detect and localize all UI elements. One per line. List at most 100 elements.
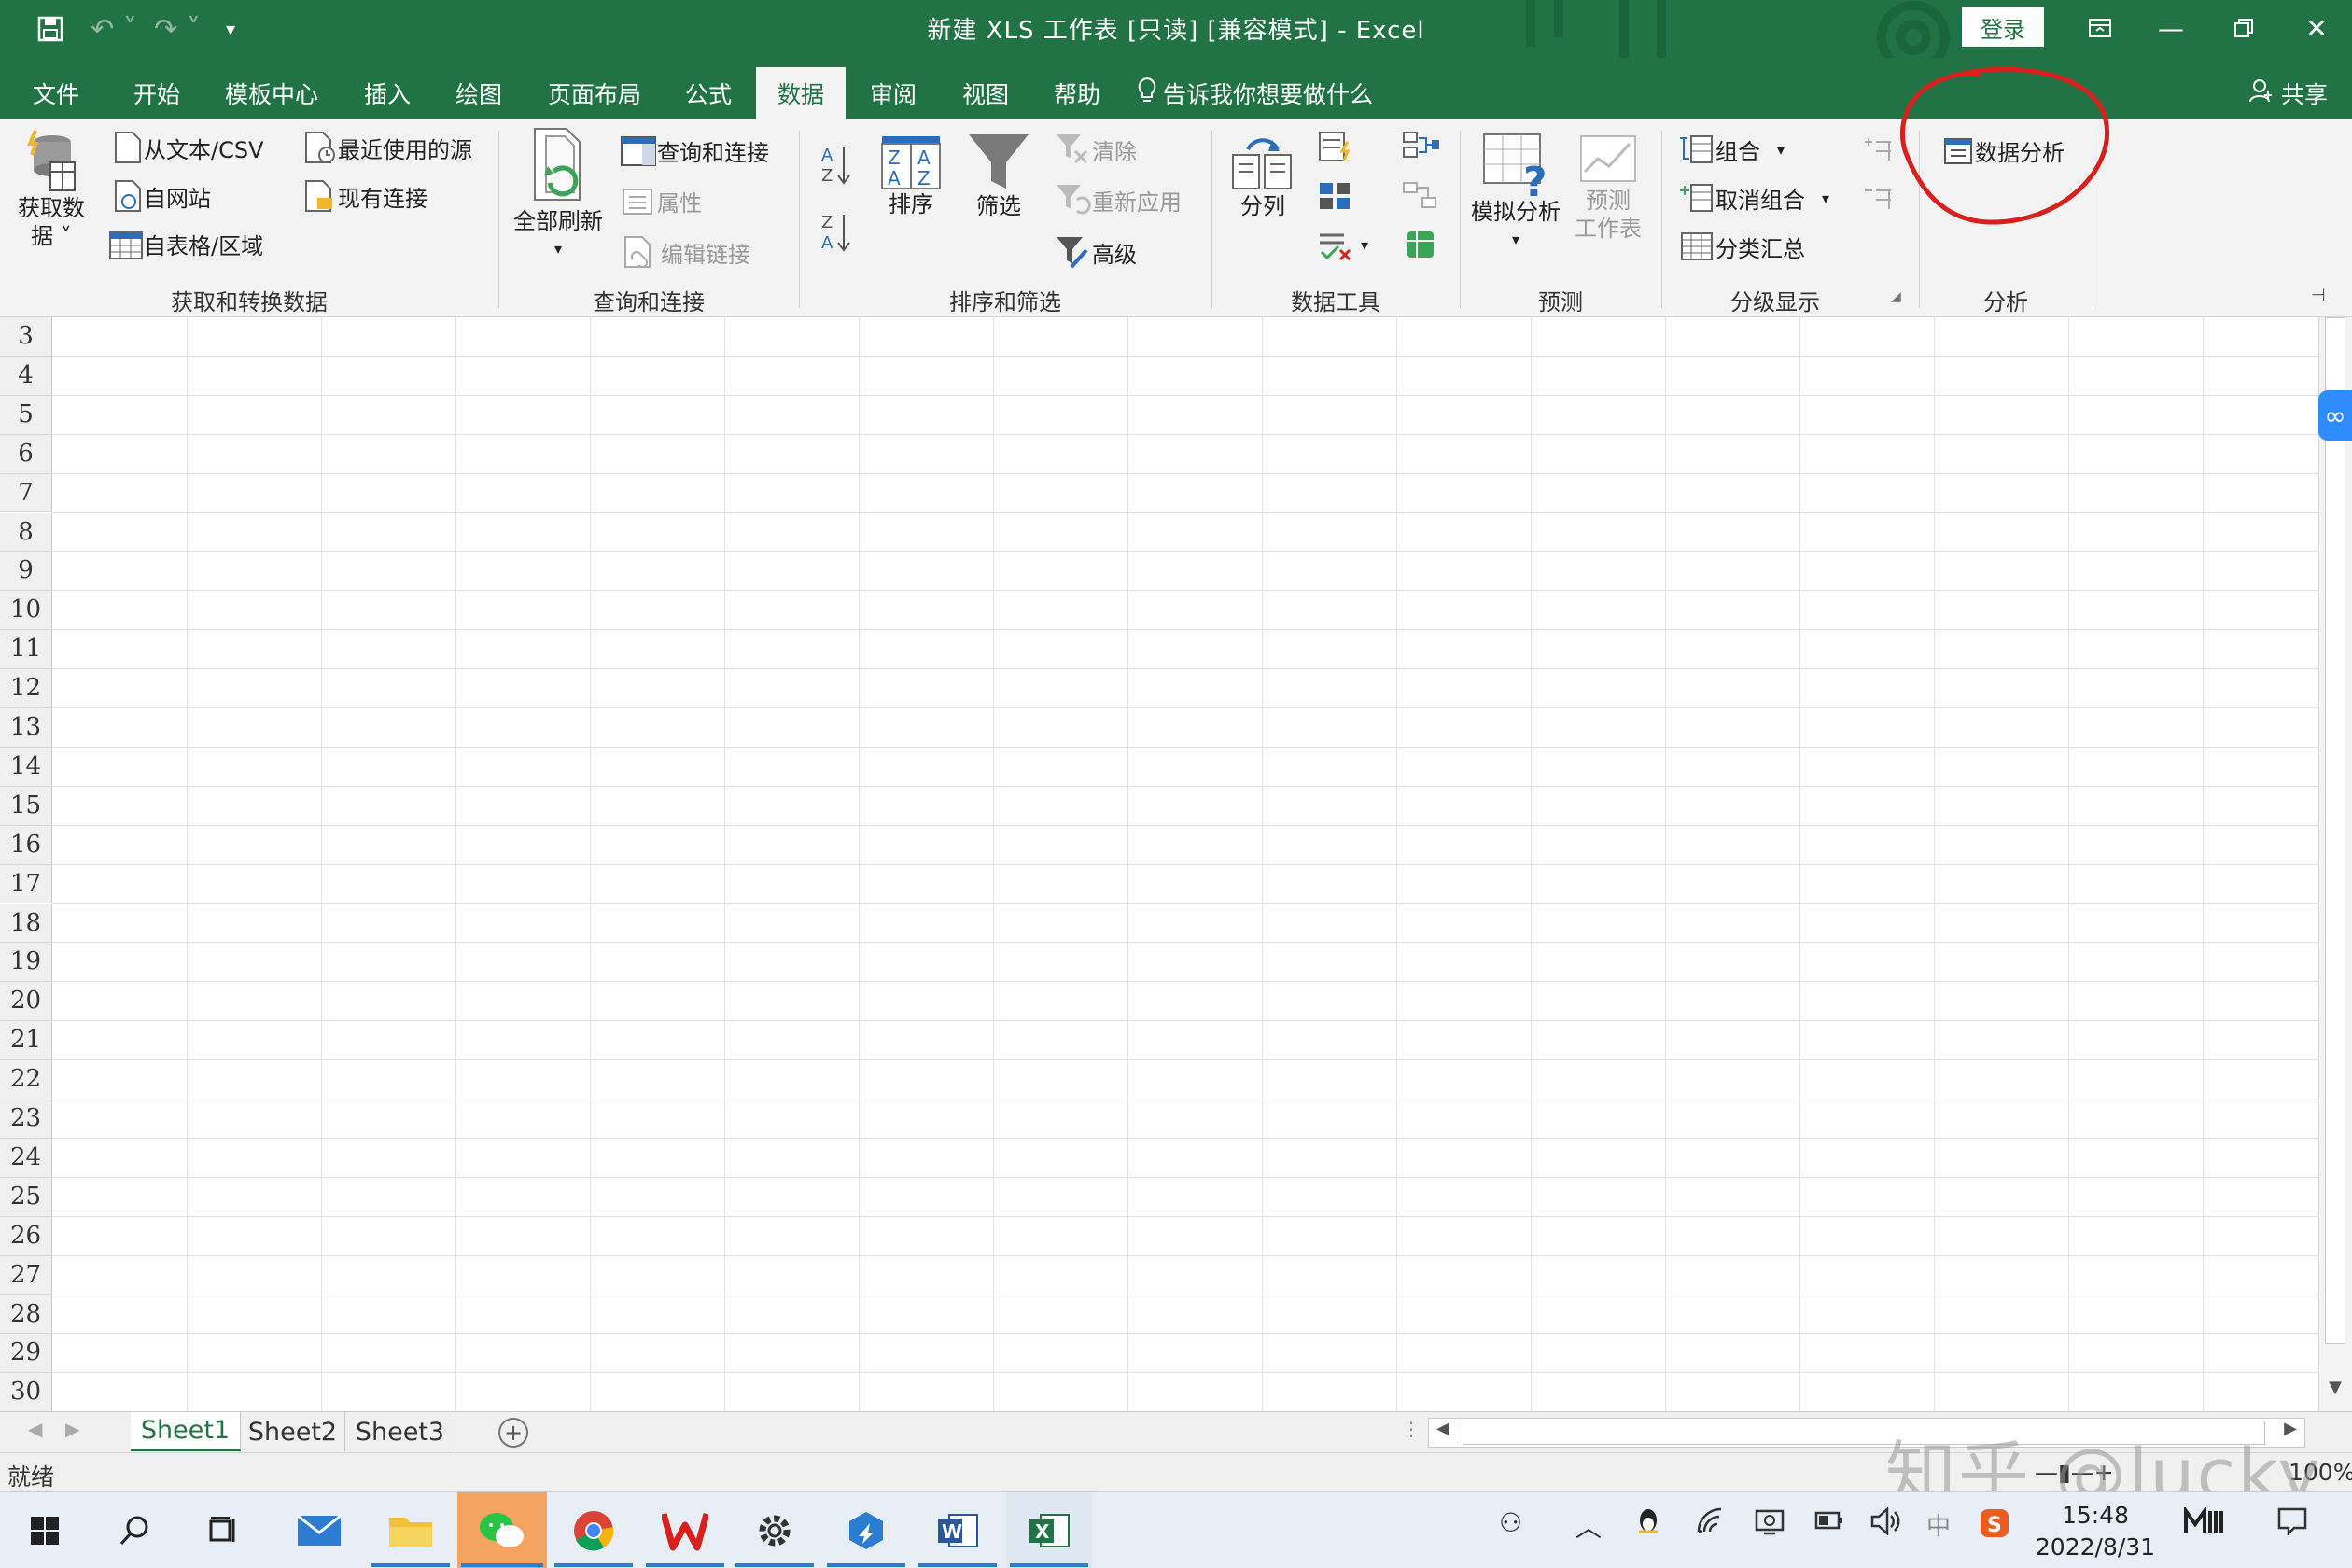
search-button[interactable] [91,1492,177,1568]
advanced-filter-button[interactable]: 高级 [1055,235,1137,269]
tab-view[interactable]: 视图 [943,67,1029,119]
system-clock[interactable]: 15:48 2022/8/31 [2035,1500,2156,1563]
row-header[interactable]: 7 [0,473,52,513]
row-header[interactable]: 8 [0,512,52,553]
tell-me-search[interactable]: 告诉我你想要做什么 [1137,67,1373,119]
row-header[interactable]: 18 [0,903,52,944]
wifi-icon[interactable] [1695,1507,1725,1542]
scroll-left-arrow-icon[interactable]: ◀ [1436,1419,1449,1438]
sogou-ime-icon[interactable]: S [1979,1507,2010,1546]
row-header[interactable]: 26 [0,1216,52,1256]
file-explorer-button[interactable] [368,1492,454,1568]
reapply-button[interactable]: 重新应用 [1055,183,1182,217]
start-button[interactable] [2,1492,88,1568]
row-header[interactable]: 11 [0,630,52,670]
task-view-button[interactable] [181,1492,267,1568]
sort-descending-button[interactable]: ZA [819,211,853,254]
row-header[interactable]: 30 [0,1373,52,1411]
properties-button[interactable]: 属性 [620,185,702,217]
share-button[interactable]: 共享 [2249,67,2328,119]
data-validation-button[interactable]: ▾ [1316,226,1368,263]
row-header[interactable]: 25 [0,1177,52,1217]
from-text-csv-button[interactable]: 从文本/CSV [112,131,264,164]
filter-button[interactable]: 筛选 [961,131,1036,220]
vertical-scroll-thumb[interactable] [2325,317,2345,1344]
row-header[interactable]: 14 [0,747,52,787]
tab-home[interactable]: 开始 [116,67,198,119]
get-data-button[interactable]: 获取数 据 ˅ [13,129,90,250]
what-if-analysis-button[interactable]: ? 模拟分析 ▾ [1467,131,1564,254]
show-detail-button[interactable] [1861,133,1895,166]
sort-button[interactable]: Z A A Z 排序 [875,134,946,218]
row-header[interactable]: 9 [0,552,52,592]
ribbon-display-options-icon[interactable] [2072,7,2128,49]
row-header[interactable]: 3 [0,317,52,357]
people-icon[interactable]: ⚇ [1499,1507,1522,1538]
from-web-button[interactable]: 自网站 [112,179,211,213]
mail-app-button[interactable] [276,1492,362,1568]
row-header[interactable]: 27 [0,1255,52,1295]
row-header[interactable]: 17 [0,864,52,904]
remove-duplicates-button[interactable] [1316,177,1355,215]
qq-icon[interactable] [1635,1507,1661,1544]
row-header[interactable]: 22 [0,1060,52,1099]
ungroup-button[interactable]: 取消组合 ▾ [1678,181,1829,215]
chrome-app-button[interactable] [551,1492,637,1568]
close-icon[interactable]: ✕ [2289,7,2345,49]
login-button[interactable]: 登录 [1962,7,2044,47]
prev-sheet-arrow-icon[interactable]: ◀ [28,1418,42,1440]
sheet-tab-sheet2[interactable]: Sheet2 [241,1412,345,1451]
sheet-tab-sheet3[interactable]: Sheet3 [345,1412,455,1451]
row-header[interactable]: 29 [0,1334,52,1374]
collapse-ribbon-pin-icon[interactable]: ⊣ [2311,286,2326,305]
ime-mode-icon[interactable] [2184,1505,2227,1544]
row-header[interactable]: 19 [0,943,52,983]
spreadsheet-grid[interactable]: 3 4 5 6 7 8 9 10 11 12 13 14 15 16 17 18 19 20 21 22 23 24 25 2… [0,317,2318,1411]
row-header[interactable]: 5 [0,395,52,435]
settings-app-button[interactable] [732,1492,818,1568]
tab-split-handle-icon[interactable]: ⋮ [1402,1418,1421,1440]
refresh-all-button[interactable]: 全部刷新 ▾ [510,127,607,263]
hide-detail-button[interactable] [1861,181,1895,215]
show-hidden-icons-chevron-icon[interactable]: ︿ [1575,1507,1602,1545]
from-table-button[interactable]: 自表格/区域 [108,228,263,260]
dingtalk-app-button[interactable] [823,1492,909,1568]
existing-connections-button[interactable]: 现有连接 [302,179,427,213]
consolidate-button[interactable] [1400,129,1441,166]
wechat-app-button[interactable] [457,1492,547,1568]
vertical-scrollbar[interactable]: ▼ [2318,317,2352,1411]
tab-formulas[interactable]: 公式 [666,67,750,119]
row-header[interactable]: 15 [0,786,52,826]
forecast-sheet-button[interactable]: 预测 工作表 [1568,131,1648,243]
sort-ascending-button[interactable]: AZ [819,144,853,187]
next-sheet-arrow-icon[interactable]: ▶ [65,1418,79,1440]
text-to-columns-button[interactable]: 分列 [1225,131,1301,220]
minimize-icon[interactable]: — [2143,7,2199,49]
row-header[interactable]: 20 [0,982,52,1022]
restore-icon[interactable] [2216,7,2272,49]
flash-fill-button[interactable] [1316,129,1355,166]
tab-file[interactable]: 文件 [15,67,97,119]
excel-app-button[interactable]: X [1006,1492,1092,1568]
battery-icon[interactable] [1814,1507,1844,1538]
word-app-button[interactable]: W [915,1492,1001,1568]
add-sheet-button[interactable]: + [498,1418,528,1448]
outline-dialog-launcher-icon[interactable]: ◢ [1891,289,1901,304]
clear-filter-button[interactable]: 清除 [1055,133,1137,166]
row-header[interactable]: 12 [0,669,52,708]
edit-links-button[interactable]: 编辑链接 [620,235,750,269]
group-button[interactable]: 组合 ▾ [1678,133,1785,166]
row-header[interactable]: 4 [0,356,52,396]
tab-review[interactable]: 审阅 [851,67,935,119]
row-header[interactable]: 6 [0,434,52,474]
wps-app-button[interactable] [642,1492,728,1568]
tab-help[interactable]: 帮助 [1034,67,1120,119]
row-header[interactable]: 16 [0,825,52,865]
volume-icon[interactable] [1870,1506,1902,1542]
input-method-icon[interactable]: 中 [1926,1507,1951,1542]
tab-insert[interactable]: 插入 [345,67,429,119]
tab-data[interactable]: 数据 [756,67,846,119]
tab-templates[interactable]: 模板中心 [211,67,332,119]
relationships-button[interactable] [1400,177,1441,215]
row-header[interactable]: 21 [0,1021,52,1061]
